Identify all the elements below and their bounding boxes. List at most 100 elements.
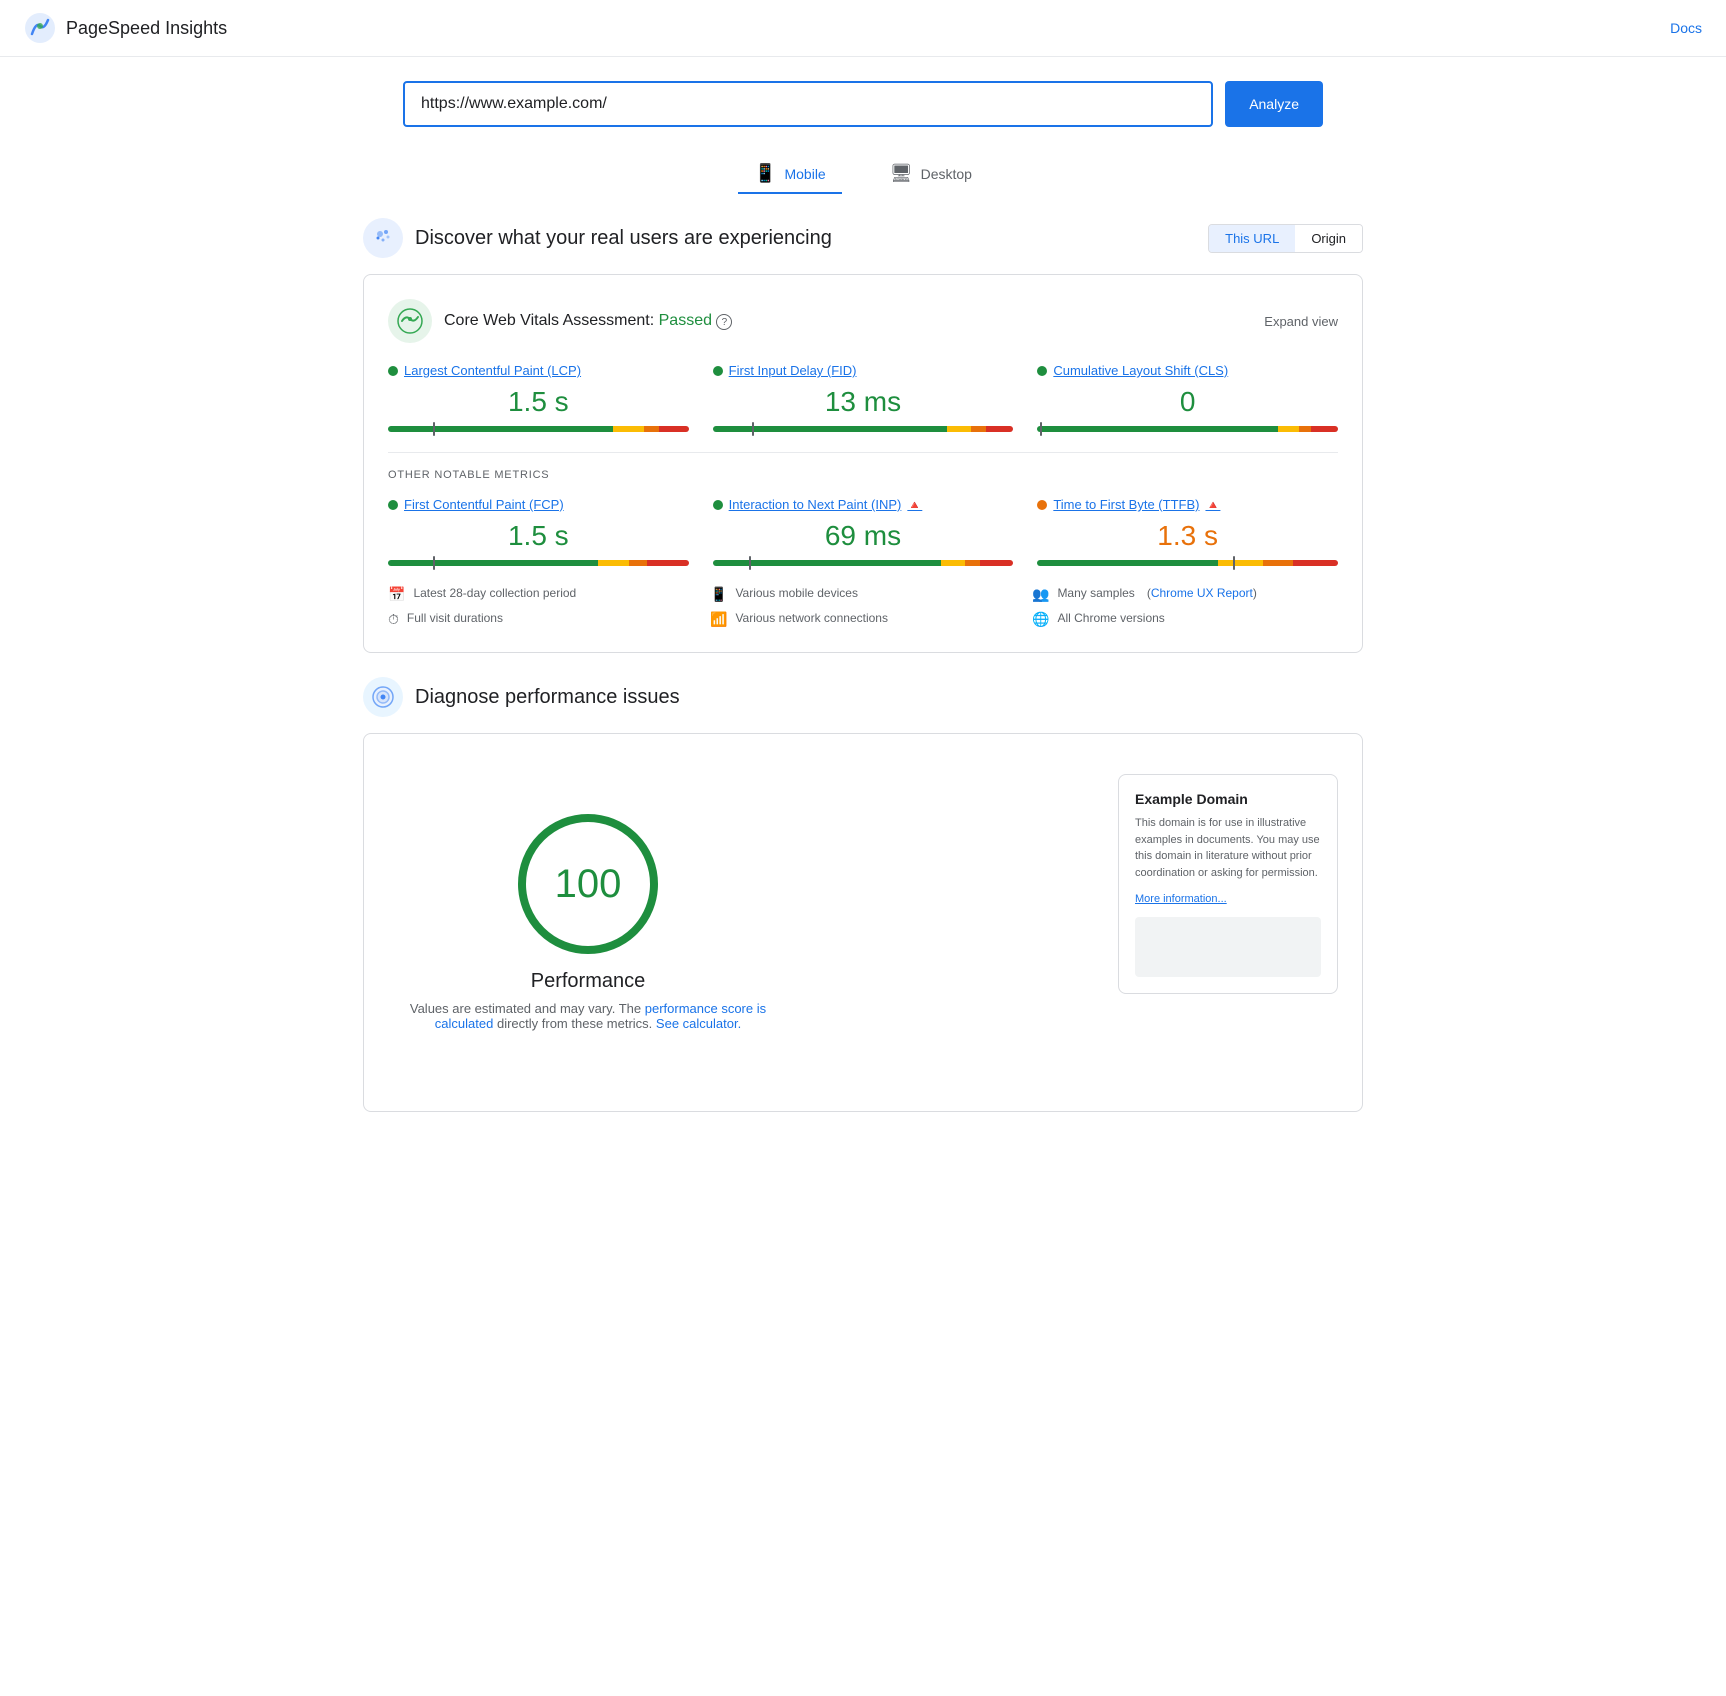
docs-link[interactable]: Docs: [1670, 20, 1702, 36]
app-title: PageSpeed Insights: [66, 18, 227, 39]
lcp-value: 1.5 s: [388, 386, 689, 418]
cwv-icon: [388, 299, 432, 343]
inp-dot: [713, 500, 723, 510]
info-collection-period: 📅 Latest 28-day collection period: [388, 586, 694, 603]
metric-cls: Cumulative Layout Shift (CLS) 0: [1037, 363, 1338, 432]
url-origin-toggle: This URL Origin: [1208, 224, 1363, 253]
metric-inp: Interaction to Next Paint (INP) 🔺 69 ms: [713, 497, 1014, 566]
page-preview-card: Example Domain This domain is for use in…: [1118, 774, 1338, 994]
cls-bar: [1037, 426, 1338, 432]
network-icon: 📶: [710, 611, 727, 628]
inp-value: 69 ms: [713, 520, 1014, 552]
fcp-label[interactable]: First Contentful Paint (FCP): [388, 497, 689, 512]
cls-value: 0: [1037, 386, 1338, 418]
preview-title: Example Domain: [1135, 791, 1321, 807]
cwv-header: Core Web Vitals Assessment: Passed ? Exp…: [388, 299, 1338, 343]
info-chrome-versions: 🌐 All Chrome versions: [1032, 611, 1338, 628]
ttfb-value: 1.3 s: [1037, 520, 1338, 552]
tab-desktop[interactable]: 🖥 Desktop: [874, 155, 988, 194]
cwv-tooltip-icon[interactable]: ?: [716, 314, 732, 330]
inp-label[interactable]: Interaction to Next Paint (INP) 🔺: [713, 497, 1014, 512]
metric-ttfb: Time to First Byte (TTFB) 🔺 1.3 s: [1037, 497, 1338, 566]
fid-value: 13 ms: [713, 386, 1014, 418]
header: PageSpeed Insights Docs: [0, 0, 1726, 57]
url-input[interactable]: [403, 81, 1213, 127]
ttfb-warning-icon: 🔺: [1205, 498, 1220, 512]
real-users-title: Discover what your real users are experi…: [415, 227, 832, 250]
tab-mobile[interactable]: 📱 Mobile: [738, 155, 842, 194]
ttfb-dot: [1037, 500, 1047, 510]
inp-warning-icon: 🔺: [907, 498, 922, 512]
desktop-icon: 🖥: [890, 163, 913, 184]
performance-score-section: 100 Performance Values are estimated and…: [388, 774, 788, 1071]
lcp-bar: [388, 426, 689, 432]
inp-bar: [713, 560, 1014, 566]
cls-label[interactable]: Cumulative Layout Shift (CLS): [1037, 363, 1338, 378]
score-value: 100: [555, 862, 622, 907]
notable-metrics-grid: First Contentful Paint (FCP) 1.5 s: [388, 497, 1338, 566]
section-title-group: Discover what your real users are experi…: [363, 218, 832, 258]
info-col-3: 👥 Many samples (Chrome UX Report) 🌐 All …: [1032, 586, 1338, 628]
ttfb-label[interactable]: Time to First Byte (TTFB) 🔺: [1037, 497, 1338, 512]
fcp-dot: [388, 500, 398, 510]
cls-dot: [1037, 366, 1047, 376]
chrome-ux-report-link[interactable]: Chrome UX Report: [1151, 586, 1253, 600]
real-users-section-header: Discover what your real users are experi…: [363, 218, 1363, 258]
info-col-2: 📱 Various mobile devices 📶 Various netwo…: [710, 586, 1016, 628]
lcp-dot: [388, 366, 398, 376]
cwv-title: Core Web Vitals Assessment: Passed ?: [444, 312, 732, 331]
score-circle: 100: [518, 814, 658, 954]
lcp-label[interactable]: Largest Contentful Paint (LCP): [388, 363, 689, 378]
fid-bar: [713, 426, 1014, 432]
info-network: 📶 Various network connections: [710, 611, 1016, 628]
samples-icon: 👥: [1032, 586, 1049, 603]
metric-fid: First Input Delay (FID) 13 ms: [713, 363, 1014, 432]
tab-desktop-label: Desktop: [921, 166, 972, 182]
fid-label[interactable]: First Input Delay (FID): [713, 363, 1014, 378]
preview-bottom-area: [1135, 917, 1321, 977]
header-left: PageSpeed Insights: [24, 12, 227, 44]
score-description: Values are estimated and may vary. The p…: [388, 1001, 788, 1031]
calendar-icon: 📅: [388, 586, 405, 603]
mobile-icon: 📱: [754, 163, 776, 184]
expand-view-link[interactable]: Expand view: [1264, 314, 1338, 329]
cwv-passed-label: Passed: [659, 312, 712, 329]
diagnose-title-group: Diagnose performance issues: [363, 677, 680, 717]
diagnose-card: 100 Performance Values are estimated and…: [363, 733, 1363, 1112]
cwv-card: Core Web Vitals Assessment: Passed ? Exp…: [363, 274, 1363, 653]
info-footer: 📅 Latest 28-day collection period ⏱ Full…: [388, 586, 1338, 628]
info-samples: 👥 Many samples (Chrome UX Report): [1032, 586, 1338, 603]
devices-icon: 📱: [710, 586, 727, 603]
metric-fcp: First Contentful Paint (FCP) 1.5 s: [388, 497, 689, 566]
preview-more-link[interactable]: More information...: [1135, 893, 1227, 905]
diagnose-title: Diagnose performance issues: [415, 686, 680, 709]
metrics-divider: [388, 452, 1338, 453]
fid-dot: [713, 366, 723, 376]
cwv-title-group: Core Web Vitals Assessment: Passed ?: [388, 299, 732, 343]
calculator-link[interactable]: See calculator.: [656, 1016, 741, 1031]
fcp-value: 1.5 s: [388, 520, 689, 552]
info-col-1: 📅 Latest 28-day collection period ⏱ Full…: [388, 586, 694, 628]
fcp-bar: [388, 560, 689, 566]
main-content: Discover what your real users are experi…: [323, 218, 1403, 1112]
chrome-icon: 🌐: [1032, 611, 1049, 628]
notable-metrics-label: OTHER NOTABLE METRICS: [388, 469, 1338, 481]
timer-icon: ⏱: [388, 611, 399, 628]
pagespeed-logo: [24, 12, 56, 44]
diagnose-content: 100 Performance Values are estimated and…: [388, 758, 1338, 1087]
ttfb-bar: [1037, 560, 1338, 566]
real-users-icon: [363, 218, 403, 258]
diagnose-icon: [363, 677, 403, 717]
this-url-button[interactable]: This URL: [1209, 225, 1295, 252]
search-bar: Analyze: [403, 81, 1323, 127]
info-devices: 📱 Various mobile devices: [710, 586, 1016, 603]
diagnose-section-header: Diagnose performance issues: [363, 677, 1363, 717]
origin-button[interactable]: Origin: [1295, 225, 1362, 252]
device-tabs: 📱 Mobile 🖥 Desktop: [0, 143, 1726, 194]
info-visit-durations: ⏱ Full visit durations: [388, 611, 694, 628]
analyze-button[interactable]: Analyze: [1225, 81, 1323, 127]
preview-text: This domain is for use in illustrative e…: [1135, 815, 1321, 881]
tab-mobile-label: Mobile: [784, 166, 825, 182]
metric-lcp: Largest Contentful Paint (LCP) 1.5 s: [388, 363, 689, 432]
main-metrics-grid: Largest Contentful Paint (LCP) 1.5 s: [388, 363, 1338, 432]
